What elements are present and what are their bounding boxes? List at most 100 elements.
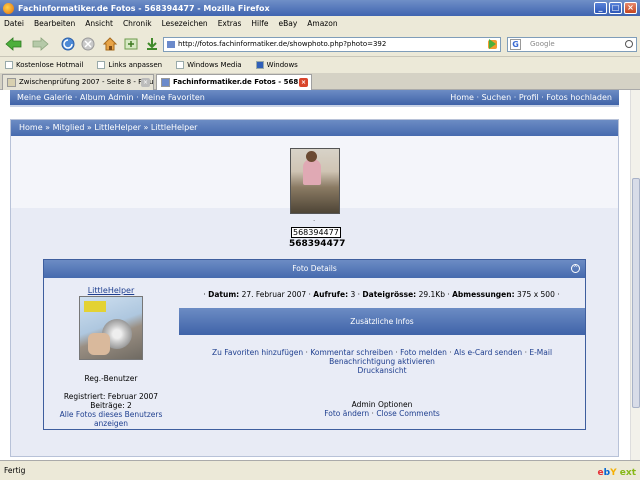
nav-home[interactable]: Home	[450, 93, 474, 102]
extra-info-header: Zusätzliche Infos	[179, 308, 585, 335]
collapse-icon[interactable]: ^	[571, 264, 580, 273]
site-nav-right: Home · Suchen · Profil · Fotos hochladen	[450, 93, 612, 102]
views-value: 3	[350, 290, 356, 299]
bookmark-label: Kostenlose Hotmail	[16, 60, 84, 69]
windows-logo-icon	[255, 60, 264, 69]
page-action-icon[interactable]	[123, 36, 139, 52]
magnifier-icon[interactable]	[625, 40, 633, 48]
bookmark-links-anpassen[interactable]: Links anpassen	[97, 60, 163, 69]
bookmark-icon	[5, 60, 13, 69]
bookmarks-toolbar: Kostenlose Hotmail Links anpassen Window…	[0, 57, 640, 72]
page-content: Meine Galerie · Album Admin · Meine Favo…	[0, 90, 630, 460]
photo-thumbnail[interactable]	[290, 148, 340, 214]
close-tab-icon[interactable]: ×	[299, 78, 308, 87]
close-tab-icon[interactable]: ×	[141, 78, 150, 87]
download-icon[interactable]	[144, 36, 160, 52]
print-view-link[interactable]: Druckansicht	[357, 366, 406, 375]
all-user-photos-link[interactable]: Alle Fotos dieses Benutzers anzeigen	[44, 410, 178, 428]
google-engine-icon[interactable]: G	[510, 39, 521, 50]
search-input[interactable]: G Google	[507, 37, 637, 52]
nav-separator: ·	[473, 93, 482, 102]
window-titlebar: Fachinformatiker.de Fotos - 568394477 - …	[0, 0, 640, 16]
search-placeholder: Google	[530, 40, 555, 48]
photo-info-line: · Datum: 27. Februar 2007 · Aufrufe: 3 ·…	[203, 290, 560, 299]
url-text: http://fotos.fachinformatiker.de/showpho…	[178, 40, 387, 48]
tab-fotos[interactable]: Fachinformatiker.de Fotos - 568... ×	[156, 74, 312, 90]
dimensions-value: 375 x 500	[517, 290, 555, 299]
menu-bar: Datei Bearbeiten Ansicht Chronik Lesezei…	[0, 16, 640, 31]
close-comments-link[interactable]: Close Comments	[376, 409, 439, 418]
bookmark-label: Windows	[266, 60, 298, 69]
url-input[interactable]: http://fotos.fachinformatiker.de/showpho…	[163, 37, 501, 52]
scrollbar-thumb[interactable]	[632, 178, 640, 408]
menu-ebay[interactable]: eBay	[278, 19, 297, 28]
write-comment-link[interactable]: Kommentar schreiben	[310, 348, 393, 357]
menu-ansicht[interactable]: Ansicht	[85, 19, 113, 28]
tab-zwischenpruefung[interactable]: Zwischenprüfung 2007 - Seite 8 - Foru...…	[2, 74, 154, 90]
site-favicon-icon	[167, 41, 175, 48]
menu-hilfe[interactable]: Hilfe	[251, 19, 268, 28]
photo-id-link[interactable]: 568394477	[291, 227, 341, 238]
nav-meine-favoriten[interactable]: Meine Favoriten	[141, 93, 205, 102]
edit-photo-link[interactable]: Foto ändern	[324, 409, 369, 418]
back-button[interactable]	[4, 36, 24, 52]
bookmark-label: Windows Media	[187, 60, 242, 69]
close-window-button[interactable]: ×	[624, 2, 637, 14]
stop-icon[interactable]	[80, 36, 96, 52]
menu-bearbeiten[interactable]: Bearbeiten	[34, 19, 75, 28]
nav-meine-galerie[interactable]: Meine Galerie	[17, 93, 72, 102]
menu-extras[interactable]: Extras	[218, 19, 242, 28]
status-text: Fertig	[4, 466, 26, 475]
filesize-value: 29.1Kb	[418, 290, 445, 299]
forward-button[interactable]	[30, 36, 50, 52]
bookmark-windows-media[interactable]: Windows Media	[176, 60, 242, 69]
photo-actions: Zu Favoriten hinzufügen · Kommentar schr…	[211, 348, 553, 375]
send-ecard-link[interactable]: Als e-Card senden	[454, 348, 522, 357]
bookmark-icon	[176, 60, 185, 69]
add-favorite-link[interactable]: Zu Favoriten hinzufügen	[212, 348, 303, 357]
bookmark-icon	[97, 60, 106, 69]
report-photo-link[interactable]: Foto melden	[400, 348, 447, 357]
uploader-posts: Beiträge: 2	[90, 401, 132, 410]
bookmark-hotmail[interactable]: Kostenlose Hotmail	[5, 60, 84, 69]
menu-lesezeichen[interactable]: Lesezeichen	[162, 19, 208, 28]
uploader-username[interactable]: LittleHelper	[44, 286, 178, 295]
nav-separator: ·	[511, 93, 519, 102]
maximize-button[interactable]: □	[609, 2, 622, 14]
dimensions-label: Abmessungen:	[452, 290, 515, 299]
tab-favicon-icon	[161, 78, 170, 87]
page-scrollbar[interactable]	[630, 90, 640, 460]
date-value: 27. Februar 2007	[241, 290, 307, 299]
photo-page-body: Home » Mitglied » LittleHelper » LittleH…	[10, 119, 619, 457]
reload-icon[interactable]	[60, 36, 76, 52]
admin-options-title: Admin Optionen	[351, 400, 413, 409]
nav-suchen[interactable]: Suchen	[482, 93, 512, 102]
ebay-extension-icon[interactable]: ebY ext	[598, 464, 636, 480]
photo-details-panel: Foto Details ^ LittleHelper Reg.-Benutze…	[43, 259, 586, 430]
photo-details-title: Foto Details	[292, 264, 337, 273]
tab-favicon-icon	[7, 78, 16, 87]
home-icon[interactable]	[102, 36, 118, 52]
uploader-info: LittleHelper Reg.-Benutzer Registriert: …	[44, 278, 178, 429]
filesize-label: Dateigrösse:	[362, 290, 417, 299]
menu-chronik[interactable]: Chronik	[123, 19, 152, 28]
menu-amazon[interactable]: Amazon	[307, 19, 337, 28]
minimize-button[interactable]: _	[594, 2, 607, 14]
views-label: Aufrufe:	[313, 290, 349, 299]
tab-label: Fachinformatiker.de Fotos - 568...	[173, 78, 307, 86]
uploader-registered: Registriert: Februar 2007	[63, 392, 159, 401]
avatar[interactable]	[79, 296, 143, 360]
nav-fotos-hochladen[interactable]: Fotos hochladen	[546, 93, 612, 102]
admin-options: Admin Optionen Foto ändern · Close Comme…	[179, 400, 585, 418]
nav-profil[interactable]: Profil	[519, 93, 539, 102]
go-button[interactable]	[487, 38, 497, 50]
tab-label: Zwischenprüfung 2007 - Seite 8 - Foru...	[19, 78, 154, 86]
breadcrumb[interactable]: Home » Mitglied » LittleHelper » LittleH…	[11, 120, 618, 136]
nav-separator: ·	[72, 93, 80, 102]
bookmark-windows[interactable]: Windows	[255, 60, 298, 69]
menu-datei[interactable]: Datei	[4, 19, 24, 28]
site-nav-left: Meine Galerie · Album Admin · Meine Favo…	[17, 93, 205, 102]
bookmark-label: Links anpassen	[108, 60, 163, 69]
nav-album-admin[interactable]: Album Admin	[80, 93, 134, 102]
photo-caption-dot: ·	[313, 217, 316, 225]
